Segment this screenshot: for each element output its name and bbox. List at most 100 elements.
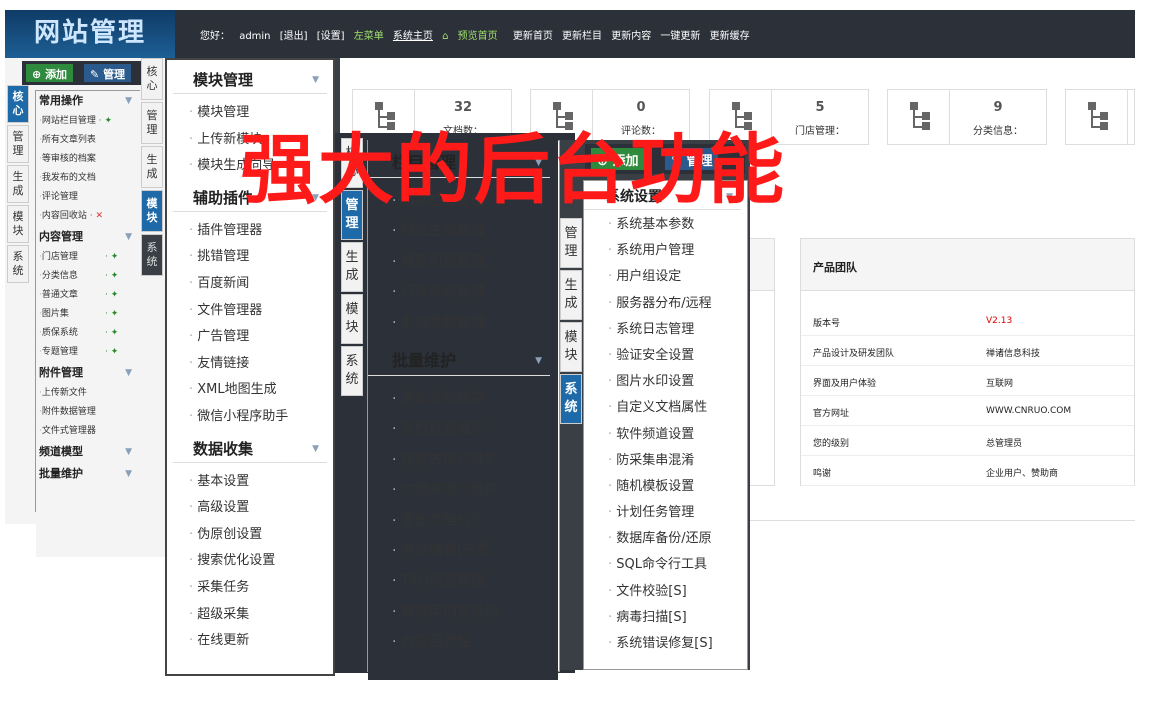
menu-item[interactable]: · 百度新闻 <box>167 271 333 298</box>
menu-item[interactable]: · 系统日志管理 <box>584 317 747 343</box>
menu-item[interactable]: · 自动摘要|分页 <box>368 536 558 566</box>
update-home-link[interactable]: 更新首页 <box>513 31 553 42</box>
stat-card[interactable] <box>1065 89 1135 145</box>
tab-manage[interactable]: 管理 <box>560 218 582 268</box>
tab-module[interactable]: 模块 <box>141 190 163 232</box>
menu-item[interactable]: · 系统用户管理 <box>584 238 747 264</box>
section-header[interactable]: 批量维护 ▼ <box>35 463 140 485</box>
system-home-link[interactable]: 系统主页 <box>393 31 433 42</box>
menu-item[interactable]: · 搜索引擎管理 <box>368 247 558 277</box>
menu-item[interactable]: ·分类信息 · ✦ <box>35 267 140 286</box>
menu-item[interactable]: · 订单系统管理 <box>368 277 558 307</box>
section-header[interactable]: 批量维护 ▼ <box>368 346 550 376</box>
menu-item[interactable]: · 病毒扫描[S] <box>584 605 747 631</box>
stat-card[interactable]: 9 分类信息： <box>887 89 1047 145</box>
menu-item[interactable]: · 挑错管理 <box>167 244 333 271</box>
menu-item[interactable]: · 用户组设定 <box>584 264 747 290</box>
manage-button[interactable]: ✎ 管理 <box>84 64 132 82</box>
update-columns-link[interactable]: 更新栏目 <box>562 31 602 42</box>
menu-item[interactable]: · 超级采集 <box>167 602 333 629</box>
update-content-link[interactable]: 更新内容 <box>611 31 651 42</box>
tab-generate[interactable]: 生成 <box>7 165 29 203</box>
tab-core[interactable]: 核心 <box>141 58 163 100</box>
section-header[interactable]: 模块管理 ▼ <box>173 66 327 94</box>
menu-item[interactable]: ·普通文章 · ✦ <box>35 286 140 305</box>
menu-item[interactable]: · SQL命令行工具 <box>584 552 747 578</box>
menu-item[interactable]: ·质保系统 · ✦ <box>35 324 140 343</box>
menu-item[interactable]: ·所有文章列表 <box>35 131 140 150</box>
add-button[interactable]: ⊕ 添加 <box>26 64 74 82</box>
menu-item[interactable]: · 自定义文档属性 <box>584 395 747 421</box>
menu-item[interactable]: · 随机模板设置 <box>584 474 747 500</box>
menu-item[interactable]: · 图片水印设置 <box>584 369 747 395</box>
menu-item[interactable]: · 在线更新 <box>167 628 333 655</box>
menu-item[interactable]: · 更新系统缓存 <box>368 384 558 414</box>
menu-item[interactable]: ·评论管理 <box>35 188 140 207</box>
menu-item[interactable]: · 防采集串混淆 <box>584 448 747 474</box>
tab-manage[interactable]: 管理 <box>7 125 29 163</box>
tab-manage[interactable]: 管理 <box>141 102 163 144</box>
menu-item[interactable]: · 采集任务 <box>167 575 333 602</box>
menu-item[interactable]: · 数据库备份/还原 <box>584 526 747 552</box>
section-header[interactable]: 数据收集 ▼ <box>173 435 327 463</box>
chevron-down-icon: ▼ <box>535 355 542 366</box>
tab-system[interactable]: 系统 <box>341 346 363 396</box>
menu-item[interactable]: ·上传新文件 <box>35 384 140 403</box>
menu-item[interactable]: · 文档批量维护 <box>368 414 558 444</box>
menu-item[interactable]: ·等审核的档案 <box>35 150 140 169</box>
menu-item[interactable]: · 文件管理器 <box>167 298 333 325</box>
tab-system[interactable]: 系统 <box>141 234 163 276</box>
tab-module[interactable]: 模块 <box>560 322 582 372</box>
menu-item[interactable]: · 伪原创设置 <box>167 522 333 549</box>
tab-module[interactable]: 模块 <box>341 294 363 344</box>
menu-item[interactable]: · 文件校验[S] <box>584 579 747 605</box>
menu-item[interactable]: ·我发布的文档 <box>35 169 140 188</box>
section-header[interactable]: 常用操作 ▼ <box>35 90 140 112</box>
menu-item[interactable]: · 友情链接 <box>167 351 333 378</box>
menu-item[interactable]: · 文档关键词维护 <box>368 475 558 505</box>
preview-home-link[interactable]: ⌂ 预览首页 <box>442 31 504 42</box>
section-header[interactable]: 附件管理 ▼ <box>35 362 140 384</box>
menu-item[interactable]: · 服务器分布/远程 <box>584 291 747 317</box>
menu-item[interactable]: · 数据库内容备份 <box>368 597 558 627</box>
menu-item[interactable]: · 搜索关键词维护 <box>368 445 558 475</box>
section-header[interactable]: 频道模型 ▼ <box>35 441 140 463</box>
tab-module[interactable]: 模块 <box>7 205 29 243</box>
tab-core[interactable]: 核心 <box>7 85 29 123</box>
one-click-update-link[interactable]: 一键更新 <box>660 31 700 42</box>
tab-generate[interactable]: 生成 <box>560 270 582 320</box>
menu-item[interactable]: ·附件数据管理 <box>35 403 140 422</box>
menu-item[interactable]: · 网站生成管理 <box>368 216 558 246</box>
menu-item[interactable]: ·文件式管理器 <box>35 422 140 441</box>
menu-item[interactable]: ·网站栏目管理 · ✦ <box>35 112 140 131</box>
menu-item[interactable]: · 微信小程序助手 <box>167 404 333 431</box>
menu-item[interactable]: · 计划任务管理 <box>584 500 747 526</box>
menu-item[interactable]: ·专题管理 · ✦ <box>35 343 140 362</box>
menu-item[interactable]: · 搜索优化设置 <box>167 548 333 575</box>
menu-item[interactable]: ·门店管理 · ✦ <box>35 248 140 267</box>
section-header[interactable]: 内容管理 ▼ <box>35 226 140 248</box>
plus-icon: ⊕ <box>32 68 42 81</box>
tab-system[interactable]: 系统 <box>7 245 29 283</box>
menu-item[interactable]: · TAG标签管理 <box>368 566 558 596</box>
left-menu-link[interactable]: 左菜单 <box>354 31 384 42</box>
menu-item[interactable]: · 软件频道设置 <box>584 422 747 448</box>
menu-item[interactable]: ·图片集 · ✦ <box>35 305 140 324</box>
update-cache-link[interactable]: 更新缓存 <box>710 31 750 42</box>
menu-item[interactable]: · XML地图生成 <box>167 377 333 404</box>
menu-item[interactable]: · 系统错误修复[S] <box>584 631 747 657</box>
menu-item[interactable]: · 内容回收站 <box>368 627 558 657</box>
menu-item[interactable]: · 广告管理 <box>167 324 333 351</box>
menu-item[interactable]: · 验证安全设置 <box>584 343 747 369</box>
menu-item[interactable]: · 高级设置 <box>167 495 333 522</box>
menu-item[interactable]: · 插件管理器 <box>167 218 333 245</box>
tab-system[interactable]: 系统 <box>560 374 582 424</box>
menu-item[interactable]: · 重复文档检测 <box>368 506 558 536</box>
settings-link[interactable]: [设置] <box>317 31 345 42</box>
menu-item[interactable]: ·内容回收站 · ✕ <box>35 207 140 226</box>
logout-link[interactable]: [退出] <box>280 31 308 42</box>
tab-generate[interactable]: 生成 <box>341 242 363 292</box>
menu-item[interactable]: · 基本设置 <box>167 469 333 496</box>
tab-generate[interactable]: 生成 <box>141 146 163 188</box>
menu-item[interactable]: · 系统参数管理 <box>368 308 558 338</box>
